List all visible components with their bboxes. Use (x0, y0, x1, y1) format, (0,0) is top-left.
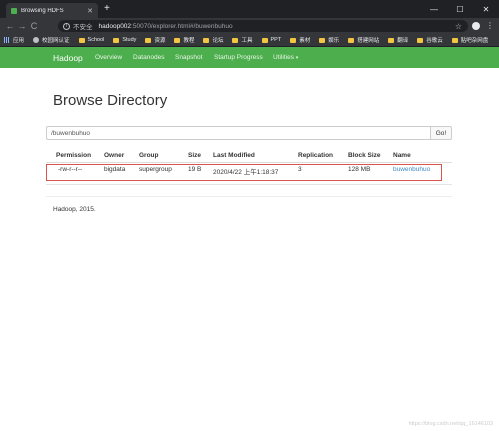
back-button[interactable]: ← (4, 21, 16, 31)
tab-title: Browsing HDFS (21, 7, 64, 14)
minimize-button[interactable]: — (421, 0, 447, 18)
table-row: -rw-r--r-- bigdata supergroup 19 B 2020/… (0, 166, 499, 178)
page-title: Browse Directory (53, 92, 168, 109)
bookmark-folder[interactable]: Study (113, 37, 136, 43)
bookmark-campus-auth[interactable]: 校园网认证 (33, 36, 70, 44)
folder-icon (78, 37, 85, 43)
nav-datanodes[interactable]: Datanodes (133, 54, 164, 61)
bookmark-folder[interactable]: 翻译 (388, 36, 408, 44)
maximize-button[interactable]: ☐ (447, 0, 473, 18)
footer-divider (46, 196, 452, 197)
col-name[interactable]: Name (393, 152, 411, 159)
directory-path-input[interactable] (46, 126, 431, 140)
bookmark-folder[interactable]: PPT (261, 37, 281, 43)
cell-last-modified: 2020/4/22 上午1:18:37 (213, 169, 279, 176)
col-replication[interactable]: Replication (298, 152, 333, 159)
info-icon[interactable]: i (63, 22, 70, 30)
cell-replication: 3 (298, 166, 302, 173)
bookmarks-bar: 应用 校园网认证 School Study 资源 教程 论坛 工具 PPT 素材… (0, 34, 499, 47)
bookmark-folder[interactable]: 谷歌云 (417, 36, 443, 44)
close-window-button[interactable]: ✕ (473, 0, 499, 18)
folder-icon (319, 37, 326, 43)
tab-close-icon[interactable]: ✕ (87, 7, 93, 15)
folder-icon (417, 37, 424, 43)
browser-toolbar: ← → C i 不安全 hadoop002 :50070/explorer.ht… (0, 18, 499, 34)
col-block-size[interactable]: Block Size (348, 152, 381, 159)
folder-icon (261, 37, 268, 43)
insecure-label: 不安全 (73, 24, 93, 31)
folder-icon (348, 37, 355, 43)
new-tab-button[interactable]: + (104, 3, 110, 15)
col-permission[interactable]: Permission (56, 152, 91, 159)
cell-permission: -rw-r--r-- (58, 166, 83, 173)
browser-tabbar: Browsing HDFS ✕ + — ☐ ✕ (0, 0, 499, 18)
window-controls: — ☐ ✕ (421, 0, 499, 18)
bookmark-folder[interactable]: 论坛 (203, 36, 223, 44)
brand-logo[interactable]: Hadoop (53, 53, 83, 63)
reload-button[interactable]: C (28, 21, 40, 31)
folder-icon (451, 37, 458, 43)
browser-tab[interactable]: Browsing HDFS ✕ (6, 3, 98, 18)
bookmark-folder[interactable]: 工具 (232, 36, 253, 44)
cell-block-size: 128 MB (348, 166, 371, 173)
cell-group: supergroup (139, 166, 172, 173)
cell-size: 19 B (188, 166, 202, 173)
caret-down-icon: ▾ (295, 55, 299, 61)
url-path: :50070/explorer.html#/buwenbuhuo (131, 22, 233, 30)
bookmark-folder[interactable]: 资源 (145, 36, 165, 44)
url-host: hadoop002 (98, 22, 132, 30)
apps-grid-icon (4, 37, 10, 43)
folder-icon (145, 37, 152, 43)
bookmark-folder[interactable]: 搭建网站 (348, 36, 379, 44)
col-size[interactable]: Size (188, 152, 201, 159)
folder-icon (388, 37, 395, 43)
bookmark-apps[interactable]: 应用 (4, 36, 24, 44)
footer-text: Hadoop, 2015. (53, 206, 96, 213)
folder-icon (174, 37, 181, 43)
row-divider (46, 184, 452, 185)
folder-icon (113, 37, 120, 43)
path-form: Go! (46, 126, 452, 140)
bookmark-folder[interactable]: 娱乐 (319, 36, 339, 44)
col-group[interactable]: Group (139, 152, 159, 159)
col-owner[interactable]: Owner (104, 152, 124, 159)
go-button[interactable]: Go! (431, 126, 452, 140)
address-bar[interactable]: i 不安全 hadoop002 :50070/explorer.html#/bu… (58, 20, 468, 32)
bookmark-folder[interactable]: 贴吧杂网盘 (451, 36, 488, 44)
profile-avatar-icon[interactable] (472, 22, 480, 30)
bookmark-folder[interactable]: 素材 (290, 36, 310, 44)
watermark: https://blog.csdn.net/qq_16146103 (408, 421, 493, 427)
forward-button[interactable]: → (16, 21, 28, 31)
hadoop-favicon-icon (11, 7, 17, 14)
folder-icon (232, 37, 239, 43)
nav-startup-progress[interactable]: Startup Progress (214, 54, 263, 61)
hadoop-navbar: Hadoop Overview Datanodes Snapshot Start… (0, 47, 499, 68)
browser-menu-icon[interactable]: ⋮ (486, 21, 494, 30)
cell-owner: bigdata (104, 166, 126, 173)
nav-utilities[interactable]: Utilities ▾ (273, 54, 298, 61)
folder-icon (290, 37, 297, 43)
bookmark-folder[interactable]: 教程 (174, 36, 194, 44)
header-divider (46, 162, 452, 163)
bookmark-folder[interactable]: School (78, 37, 104, 43)
nav-snapshot[interactable]: Snapshot (175, 54, 202, 61)
table-header: Permission Owner Group Size Last Modifie… (0, 152, 499, 161)
col-last-modified[interactable]: Last Modified (213, 152, 255, 159)
folder-icon (203, 37, 210, 43)
globe-icon (33, 37, 40, 43)
bookmark-star-icon[interactable]: ☆ (455, 22, 462, 31)
nav-overview[interactable]: Overview (95, 54, 122, 61)
cell-name-link[interactable]: buwenbuhuo (393, 166, 430, 173)
